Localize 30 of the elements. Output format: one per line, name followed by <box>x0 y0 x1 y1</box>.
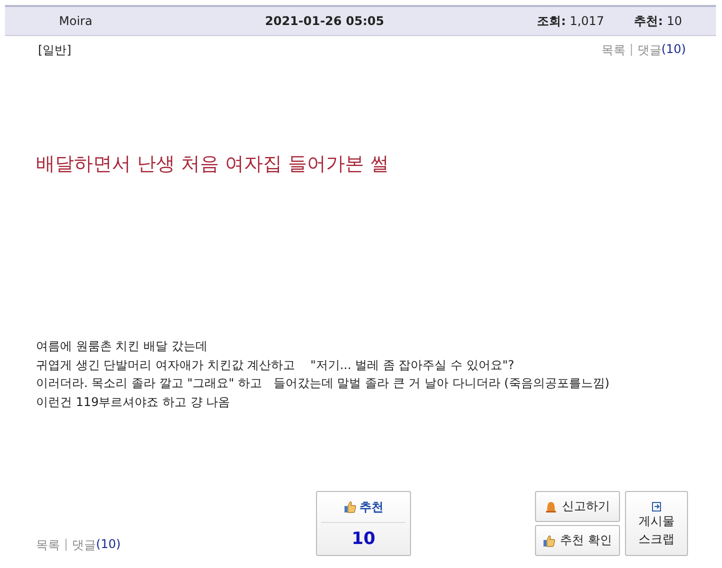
thumbs-up-icon <box>543 534 556 546</box>
separator: | <box>629 42 634 58</box>
recommend-label: 추천: <box>634 14 663 28</box>
separator: | <box>64 537 68 553</box>
comment-count[interactable]: (10) <box>96 537 121 554</box>
comment-count[interactable]: (10) <box>661 42 686 59</box>
scrap-icon <box>650 500 662 512</box>
views-count: 1,017 <box>570 14 604 28</box>
post-datetime: 2021-01-26 05:05 <box>265 14 386 28</box>
comments-link[interactable]: 댓글 <box>637 42 662 59</box>
author-name: Moira <box>59 14 94 28</box>
thumbs-up-icon <box>344 501 356 513</box>
recommend-count: 10 <box>666 14 682 28</box>
recommend-button[interactable]: 추천 10 <box>316 491 411 556</box>
recommend-count: 10 <box>350 528 376 551</box>
comments-link[interactable]: 댓글 <box>72 537 96 554</box>
list-link[interactable]: 목록 <box>36 537 60 554</box>
scrap-button[interactable]: 게시물 스크랩 <box>625 491 688 556</box>
body-text: 여름에 원룸촌 치킨 배달 갔는데 <box>36 338 208 355</box>
bell-icon <box>545 500 557 512</box>
body-text: 이러더라. 목소리 졸라 깔고 "그래요" 하고 들어갔는데 말벌 졸라 큰 거 날아 다니더라 (죽음의공포를느낌) <box>36 375 610 392</box>
body-text: 귀엽게 생긴 단발머리 여자애가 치킨값 계산하고 "저기... 벌레 좀 잡아주실 수 있어요"? <box>36 356 516 374</box>
category-label: [일반] <box>38 42 72 59</box>
recommend-check-button[interactable]: 추천 확인 <box>535 525 620 556</box>
list-link[interactable]: 목록 <box>601 42 626 59</box>
post-title: 배달하면서 난생 처음 여자집 들어가본 썰 <box>36 152 390 177</box>
views-label: 조회: <box>537 14 566 28</box>
recommend-label: 추천 <box>360 498 384 516</box>
body-text: 이런건 119부르셔야죠 하고 걍 나옴 <box>36 394 232 410</box>
report-button[interactable]: 신고하기 <box>535 491 620 522</box>
